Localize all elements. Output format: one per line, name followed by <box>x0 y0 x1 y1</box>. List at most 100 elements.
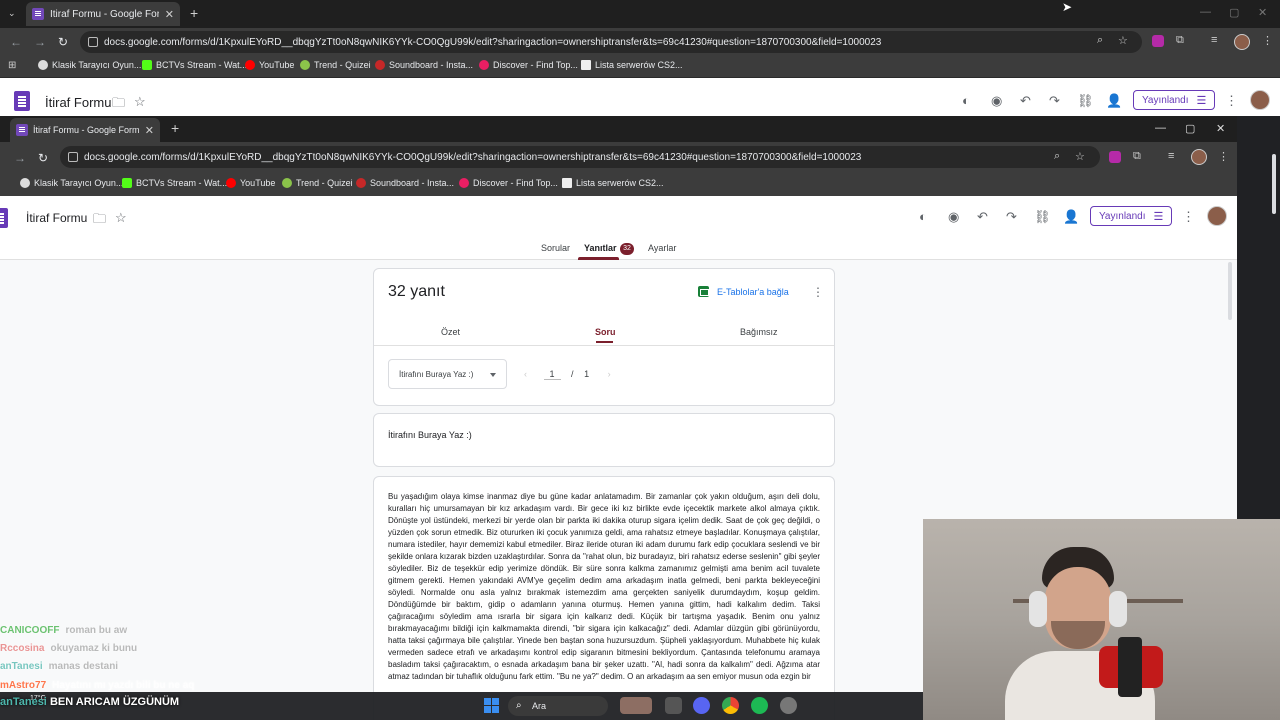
taskbar-search[interactable]: ⌕ Ara <box>508 696 608 716</box>
answer-card: Bu yaşadığım olaya kimse inanmaz diye bu… <box>373 476 835 720</box>
tab-responses[interactable]: Yanıtlar <box>584 243 617 253</box>
bookmark-item[interactable]: Discover - Find Top... <box>459 178 558 188</box>
add-collaborator-icon[interactable]: 👤 <box>1106 93 1122 109</box>
address-bar[interactable]: docs.google.com/forms/d/1KpxulEYoRD__dbq… <box>80 31 1142 53</box>
windows-icon[interactable] <box>484 698 499 713</box>
zoom-icon[interactable]: ⌕ <box>1054 150 1060 163</box>
page-current[interactable]: 1 <box>543 369 561 380</box>
publish-button[interactable]: Yayınlandı ☰ <box>1090 206 1173 226</box>
apps-icon[interactable]: ⊞ <box>8 60 16 71</box>
address-bar[interactable]: docs.google.com/forms/d/1KpxulEYoRD__dbq… <box>60 146 1100 168</box>
file-explorer-icon[interactable] <box>665 697 682 714</box>
taskbar-widget[interactable] <box>620 697 652 714</box>
bookmark-item[interactable]: Lista serwerów CS2... <box>581 60 683 70</box>
forward-icon[interactable]: → <box>34 35 46 49</box>
question-select[interactable]: İtirafını Buraya Yaz :) <box>388 359 507 389</box>
profile-avatar[interactable] <box>1191 149 1207 165</box>
forms-logo-icon[interactable] <box>14 91 30 111</box>
subtab-question[interactable]: Soru <box>595 327 616 337</box>
redo-icon[interactable]: ↷ <box>1049 93 1060 109</box>
tab-questions[interactable]: Sorular <box>541 243 570 253</box>
inner-active-tab[interactable]: İtiraf Formu - Google Formlar ✕ <box>10 118 160 142</box>
star-icon[interactable]: ☆ <box>134 94 146 110</box>
extension-icon[interactable] <box>1152 35 1164 47</box>
bookmark-item[interactable]: Soundboard - Insta... <box>356 178 454 188</box>
folder-icon[interactable]: 🗀 <box>93 210 106 232</box>
menu-icon[interactable]: ⋮ <box>1218 150 1229 163</box>
outer-active-tab[interactable]: İtiraf Formu - Google Formlar ✕ <box>26 2 180 26</box>
more-icon[interactable]: ⋮ <box>1225 93 1238 109</box>
reload-icon[interactable]: ↻ <box>58 35 68 49</box>
extension-icon[interactable] <box>1109 151 1121 163</box>
bookmark-item[interactable]: BCTVs Stream - Wat... <box>122 178 227 188</box>
doc-title[interactable]: İtiraf Formu <box>26 211 87 225</box>
discord-icon[interactable] <box>693 697 710 714</box>
doc-title[interactable]: İtiraf Formu <box>45 95 111 110</box>
link-icon[interactable]: ⛓ <box>1034 209 1051 225</box>
back-icon[interactable]: ← <box>10 35 22 49</box>
reload-icon[interactable]: ↻ <box>38 151 48 165</box>
bookmark-item[interactable]: Trend - Quizei <box>300 60 371 70</box>
add-collaborator-icon[interactable]: 👤 <box>1063 209 1079 225</box>
close-tab-icon[interactable]: ✕ <box>145 124 154 137</box>
maximize-icon[interactable]: ▢ <box>1229 6 1239 19</box>
forms-logo-icon[interactable] <box>0 208 8 228</box>
link-sheets-button[interactable]: E-Tablolar'a bağla <box>698 286 789 297</box>
next-page-icon[interactable]: › <box>608 369 611 379</box>
forward-icon[interactable]: → <box>14 151 26 165</box>
extensions-icon[interactable]: ⧉ <box>1133 150 1141 163</box>
extensions-icon[interactable]: ⧉ <box>1176 34 1184 47</box>
bookmark-item[interactable]: Lista serwerów CS2... <box>562 178 664 188</box>
menu-icon[interactable]: ⋮ <box>1262 34 1273 47</box>
subtab-summary[interactable]: Özet <box>441 327 460 337</box>
minimize-icon[interactable]: — <box>1155 122 1166 134</box>
bookmark-item[interactable]: Klasik Tarayıcı Oyun... <box>38 60 141 70</box>
undo-icon[interactable]: ↶ <box>1020 93 1031 109</box>
zoom-icon[interactable]: ⌕ <box>1097 34 1103 47</box>
star-icon[interactable]: ☆ <box>1118 34 1128 47</box>
star-icon[interactable]: ☆ <box>1075 150 1085 163</box>
bookmark-item[interactable]: Klasik Tarayıcı Oyun... <box>20 178 123 188</box>
close-window-icon[interactable]: ✕ <box>1258 6 1267 19</box>
bookmark-item[interactable]: YouTube <box>245 60 294 70</box>
publish-button[interactable]: Yayınlandı ☰ <box>1133 90 1216 110</box>
redo-icon[interactable]: ↷ <box>1006 209 1017 225</box>
profile-avatar[interactable] <box>1234 34 1250 50</box>
app-icon[interactable] <box>780 697 797 714</box>
account-avatar[interactable] <box>1207 206 1227 226</box>
link-icon[interactable]: ⛓ <box>1077 93 1094 109</box>
more-icon[interactable]: ⋮ <box>1182 209 1195 225</box>
site-info-icon[interactable] <box>68 152 78 162</box>
media-icon[interactable]: ≡ <box>1211 34 1217 46</box>
subtab-individual[interactable]: Bağımsız <box>740 327 778 337</box>
preview-icon[interactable]: ◉ <box>991 93 1002 109</box>
star-icon[interactable]: ☆ <box>115 210 127 226</box>
spotify-icon[interactable] <box>751 697 768 714</box>
tab-settings[interactable]: Ayarlar <box>648 243 676 253</box>
inner-scrollbar[interactable] <box>1228 262 1232 320</box>
palette-icon[interactable]: ◐ <box>919 209 927 224</box>
bookmark-item[interactable]: YouTube <box>226 178 275 188</box>
close-tab-icon[interactable]: ✕ <box>165 8 174 21</box>
folder-icon[interactable]: 🗀 <box>112 94 125 116</box>
palette-icon[interactable]: ◐ <box>962 93 970 108</box>
media-icon[interactable]: ≡ <box>1168 150 1174 162</box>
bookmark-item[interactable]: Trend - Quizei <box>282 178 353 188</box>
more-options-icon[interactable]: ⋮ <box>812 285 824 299</box>
tab-list-button[interactable]: ⌄ <box>8 8 16 19</box>
chrome-icon[interactable] <box>722 697 739 714</box>
site-info-icon[interactable] <box>88 37 98 47</box>
maximize-icon[interactable]: ▢ <box>1185 122 1195 135</box>
account-avatar[interactable] <box>1250 90 1270 110</box>
prev-page-icon[interactable]: ‹ <box>524 369 527 379</box>
undo-icon[interactable]: ↶ <box>977 209 988 225</box>
minimize-icon[interactable]: — <box>1200 6 1211 18</box>
bookmark-item[interactable]: Discover - Find Top... <box>479 60 578 70</box>
bookmark-item[interactable]: BCTVs Stream - Wat... <box>142 60 247 70</box>
preview-icon[interactable]: ◉ <box>948 209 959 225</box>
new-tab-button[interactable]: + <box>171 120 179 136</box>
outer-scrollbar[interactable] <box>1272 154 1276 214</box>
bookmark-item[interactable]: Soundboard - Insta... <box>375 60 473 70</box>
close-window-icon[interactable]: ✕ <box>1216 122 1225 135</box>
new-tab-button[interactable]: + <box>190 5 198 21</box>
